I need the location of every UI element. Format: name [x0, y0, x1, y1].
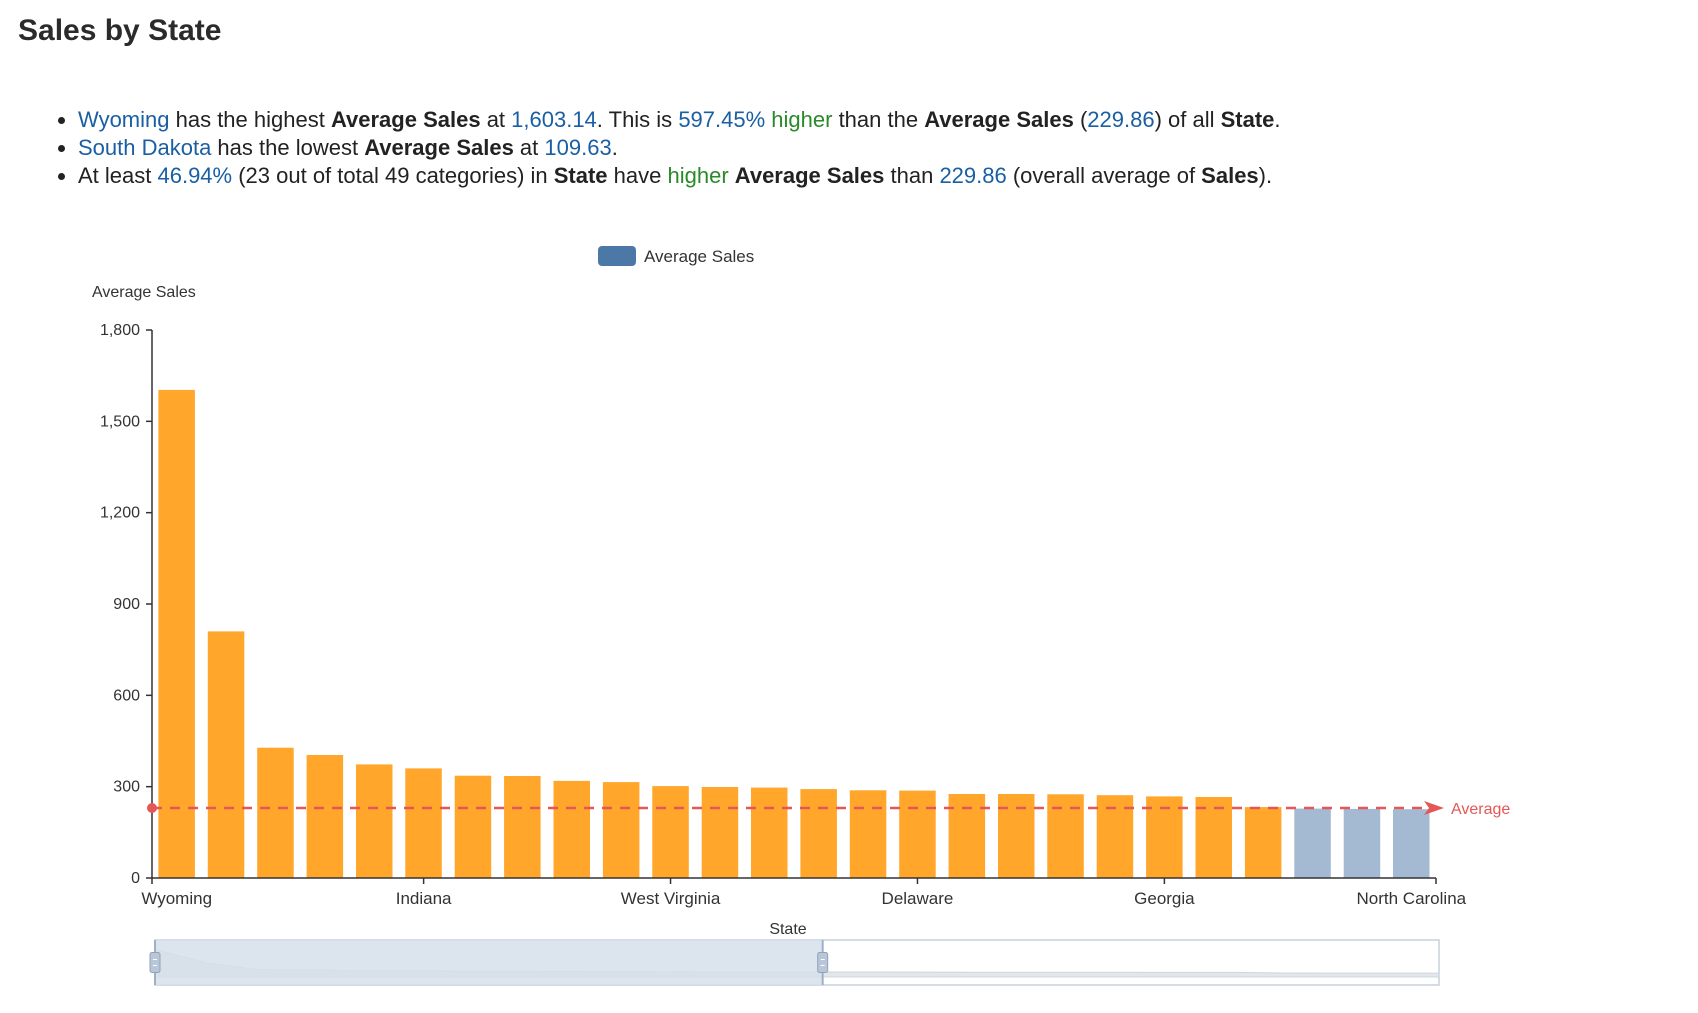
- bar-state-9[interactable]: [553, 780, 591, 878]
- bar-state-17[interactable]: [948, 794, 986, 878]
- insight-item-lowest: South Dakota has the lowest Average Sale…: [78, 134, 1281, 162]
- bar-state-2[interactable]: [207, 631, 245, 878]
- insight-text: (23 out of total 49 categories) in: [232, 163, 554, 188]
- insight-text: (overall average of: [1006, 163, 1202, 188]
- measure-name: Average Sales: [924, 107, 1074, 132]
- bar-state-8[interactable]: [504, 776, 541, 878]
- insight-text: at: [513, 135, 545, 160]
- y-tick-label: 1,800: [100, 322, 140, 339]
- y-tick-label: 1,200: [100, 505, 140, 522]
- direction-word: higher: [771, 107, 833, 132]
- insights-list: Wyoming has the highest Average Sales at…: [48, 106, 1281, 190]
- insight-text: (: [1073, 107, 1088, 132]
- measure-name: Average Sales: [734, 163, 885, 188]
- bar-state-14[interactable]: [800, 789, 837, 878]
- zoom-handle-left[interactable]: [149, 952, 161, 973]
- legend-label-average-sales: Average Sales: [644, 247, 754, 266]
- y-tick-label: 600: [113, 687, 140, 704]
- insight-text: than the: [832, 107, 925, 132]
- bar-state-25[interactable]: [1343, 808, 1381, 878]
- y-tick-label: 900: [113, 596, 140, 613]
- share-percent: 46.94%: [157, 163, 233, 188]
- average-line-start-marker: [147, 803, 157, 814]
- insight-text: .: [611, 135, 618, 160]
- bar-state-10[interactable]: [602, 782, 640, 878]
- bar-wyoming[interactable]: [158, 389, 195, 878]
- insight-text: . This is: [596, 107, 679, 132]
- measure-name: Sales: [1201, 163, 1259, 188]
- y-tick-label: 0: [131, 870, 140, 887]
- x-axis-title: State: [769, 921, 806, 938]
- highest-state: Wyoming: [78, 107, 170, 132]
- percent-difference: 597.45%: [678, 107, 766, 132]
- page-title: Sales by State: [18, 14, 222, 47]
- y-tick-label: 300: [113, 779, 140, 796]
- insight-text: at: [480, 107, 512, 132]
- bar-indiana[interactable]: [405, 768, 442, 878]
- bar-state-5[interactable]: [356, 764, 393, 878]
- bar-state-18[interactable]: [998, 794, 1035, 878]
- measure-name: Average Sales: [330, 107, 481, 132]
- bar-state-13[interactable]: [751, 787, 788, 878]
- direction-word: higher: [667, 163, 729, 188]
- average-line-label: Average: [1451, 801, 1510, 818]
- bar-west-virginia[interactable]: [652, 786, 689, 878]
- insight-text: have: [607, 163, 668, 188]
- average-line-arrow-icon: [1424, 801, 1444, 816]
- bar-state-4[interactable]: [306, 755, 344, 878]
- insight-text: ).: [1258, 163, 1273, 188]
- y-tick-label: 1,500: [100, 413, 140, 430]
- insight-item-highest: Wyoming has the highest Average Sales at…: [78, 106, 1281, 134]
- bar-north-carolina[interactable]: [1393, 809, 1430, 878]
- highest-value: 1,603.14: [511, 107, 597, 132]
- x-tick-label: Georgia: [1134, 889, 1195, 908]
- y-axis-title: Average Sales: [92, 284, 196, 301]
- insight-text: than: [884, 163, 940, 188]
- chart-container: Average Sales Average Sales 0 300 600 900 1,20…: [0, 220, 1698, 1008]
- insight-text: has the lowest: [211, 135, 365, 160]
- x-tick-label: West Virginia: [621, 889, 721, 908]
- insight-text: .: [1274, 107, 1281, 132]
- insight-text: has the highest: [169, 107, 331, 132]
- zoom-slider-selection[interactable]: [155, 940, 823, 985]
- zoom-handle-right[interactable]: [817, 952, 829, 973]
- overall-average-value: 229.86: [939, 163, 1007, 188]
- bar-chart: Average Sales Average Sales 0 300 600 900 1,20…: [92, 246, 1510, 986]
- measure-name: Average Sales: [364, 135, 514, 160]
- bar-state-24[interactable]: [1294, 808, 1331, 878]
- insight-text: ) of all: [1154, 107, 1221, 132]
- insight-text: At least: [78, 163, 158, 188]
- x-tick-label: North Carolina: [1357, 889, 1467, 908]
- legend-swatch-average-sales[interactable]: [598, 246, 636, 266]
- bar-delaware[interactable]: [899, 790, 936, 878]
- insight-item-share: At least 46.94% (23 out of total 49 cate…: [78, 162, 1281, 190]
- x-tick-label: Indiana: [396, 889, 452, 908]
- bar-state-12[interactable]: [701, 787, 739, 878]
- bar-state-7[interactable]: [454, 775, 492, 878]
- lowest-state: South Dakota: [78, 135, 212, 160]
- bar-state-23[interactable]: [1244, 807, 1282, 878]
- bar-state-15[interactable]: [849, 790, 887, 878]
- dimension-name: State: [553, 163, 608, 188]
- x-tick-label: Delaware: [882, 889, 954, 908]
- overall-average-value: 229.86: [1087, 107, 1155, 132]
- x-tick-label: Wyoming: [141, 889, 212, 908]
- dimension-name: State: [1220, 107, 1275, 132]
- bar-state-3[interactable]: [257, 747, 294, 878]
- lowest-value: 109.63: [544, 135, 612, 160]
